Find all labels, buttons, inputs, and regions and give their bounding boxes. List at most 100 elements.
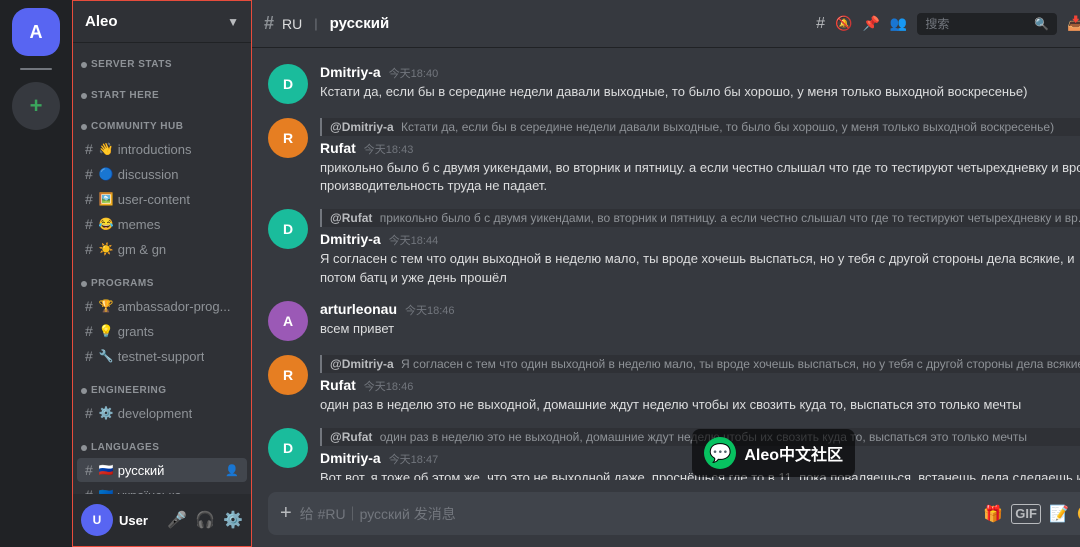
search-box: 🔍 <box>917 13 1057 35</box>
message-time: 今天18:46 <box>364 378 414 394</box>
watermark: 💬 Aleo中文社区 <box>692 429 855 477</box>
channel-russian[interactable]: # 🇷🇺 русский 👤 <box>77 458 247 482</box>
message-group: R @Dmitriy-a Кстати да, если бы в середи… <box>268 118 1080 195</box>
channel-hash-icon: # <box>264 13 274 34</box>
message-text: Кстати да, если бы в середине недели дав… <box>320 83 1080 101</box>
server-list: A + <box>0 0 72 547</box>
message-content: @Rufat прикольно было б с двумя уикендам… <box>320 209 1080 286</box>
channel-gm-gn[interactable]: # ☀️ gm & gn <box>77 237 247 261</box>
bell-icon[interactable]: 🔕 <box>835 15 852 32</box>
hash-icon: # <box>85 298 93 314</box>
avatar: A <box>268 301 308 341</box>
avatar: D <box>268 428 308 468</box>
message-group: R @Dmitriy-a Я согласен с тем что один в… <box>268 355 1080 414</box>
sidebar-title: Aleo <box>85 13 118 30</box>
hash-icon: # <box>85 405 93 421</box>
message-author: Dmitriy-a <box>320 231 381 247</box>
channel-ukrainian[interactable]: # 🇺🇦 українська <box>77 483 247 494</box>
channel-flag: RU <box>282 16 302 32</box>
hash-icon: # <box>85 462 93 478</box>
main-chat: # RU | русский # 🔕 📌 👥 🔍 📥 ? D <box>252 0 1080 547</box>
hashtag-icon[interactable]: # <box>816 15 825 33</box>
section-label-community-hub: COMMUNITY HUB <box>73 105 251 136</box>
message-author: Rufat <box>320 140 356 156</box>
channel-grants[interactable]: # 💡 grants <box>77 319 247 343</box>
reply-preview: @Dmitriy-a Я согласен с тем что один вых… <box>320 355 1080 373</box>
message-content: arturleonau 今天18:46 всем привет <box>320 301 1080 341</box>
message-group: D Dmitriy-a 今天18:40 Кстати да, если бы в… <box>268 64 1080 104</box>
channel-testnet-support[interactable]: # 🔧 testnet-support <box>77 344 247 368</box>
message-time: 今天18:43 <box>364 141 414 157</box>
message-content: @Dmitriy-a Я согласен с тем что один вых… <box>320 355 1080 414</box>
footer-icons: 🎤 🎧 ⚙️ <box>167 510 243 530</box>
server-icon-aleo[interactable]: A <box>12 8 60 56</box>
search-input[interactable] <box>925 17 1028 31</box>
section-label-start-here: START HERE <box>73 74 251 105</box>
sidebar-footer: U User 🎤 🎧 ⚙️ <box>73 494 251 546</box>
hash-icon: # <box>85 241 93 257</box>
chat-input-field[interactable] <box>300 506 976 522</box>
message-author: Dmitriy-a <box>320 64 381 80</box>
settings-icon[interactable]: ⚙️ <box>223 510 243 530</box>
channel-discussion[interactable]: # 🔵 discussion <box>77 162 247 186</box>
avatar: D <box>268 209 308 249</box>
add-attachment-icon[interactable]: + <box>280 502 292 525</box>
hash-icon: # <box>85 323 93 339</box>
channel-development[interactable]: # ⚙️ development <box>77 401 247 425</box>
sidebar: Aleo ▼ SERVER STATS START HERE COMMUNITY… <box>72 0 252 547</box>
hash-icon: # <box>85 216 93 232</box>
search-icon: 🔍 <box>1034 17 1049 31</box>
message-time: 今天18:44 <box>389 232 439 248</box>
section-label-languages: LANGUAGES <box>73 426 251 457</box>
footer-username: User <box>119 513 161 528</box>
chat-input-area: + 🎁 GIF 📝 😊 <box>252 480 1080 547</box>
message-text: Я согласен с тем что один выходной в нед… <box>320 250 1080 286</box>
hash-icon: # <box>85 141 93 157</box>
avatar: R <box>268 118 308 158</box>
watermark-text: Aleo中文社区 <box>744 441 843 465</box>
pin-icon[interactable]: 📌 <box>862 15 879 32</box>
message-author: Rufat <box>320 377 356 393</box>
wechat-icon: 💬 <box>704 437 736 469</box>
avatar: D <box>268 64 308 104</box>
chevron-down-icon: ▼ <box>227 15 239 29</box>
message-time: 今天18:47 <box>389 451 439 467</box>
reply-preview: @Dmitriy-a Кстати да, если бы в середине… <box>320 118 1080 136</box>
hash-icon: # <box>85 191 93 207</box>
channel-ambassador[interactable]: # 🏆 ambassador-prog... <box>77 294 247 318</box>
chat-channel-name: русский <box>330 15 390 32</box>
sticker-icon[interactable]: 📝 <box>1049 504 1069 524</box>
message-group: D @Rufat один раз в неделю это не выходн… <box>268 428 1080 480</box>
mute-icon[interactable]: 🎤 <box>167 510 187 530</box>
chat-header-right: # 🔕 📌 👥 🔍 📥 ? <box>816 13 1080 35</box>
sidebar-content: SERVER STATS START HERE COMMUNITY HUB # … <box>73 43 251 494</box>
server-list-divider <box>20 68 52 70</box>
members-icon[interactable]: 👥 <box>890 15 907 32</box>
avatar: R <box>268 355 308 395</box>
message-text: прикольно было б с двумя уикендами, во в… <box>320 159 1080 195</box>
message-group: A arturleonau 今天18:46 всем привет <box>268 301 1080 341</box>
channel-memes[interactable]: # 😂 memes <box>77 212 247 236</box>
reply-preview: @Rufat прикольно было б с двумя уикендам… <box>320 209 1080 227</box>
channel-introductions[interactable]: # 👋 introductions <box>77 137 247 161</box>
inbox-icon[interactable]: 📥 <box>1067 15 1080 32</box>
pipe-divider: | <box>314 16 317 31</box>
chat-input-box: + 🎁 GIF 📝 😊 <box>268 492 1080 535</box>
section-label-programs: PROGRAMS <box>73 262 251 293</box>
server-icon-add[interactable]: + <box>12 82 60 130</box>
hash-icon: # <box>85 487 93 494</box>
message-text: один раз в неделю это не выходной, домаш… <box>320 396 1080 414</box>
section-label-engineering: ENGINEERING <box>73 369 251 400</box>
sidebar-header[interactable]: Aleo ▼ <box>73 1 251 43</box>
hash-icon: # <box>85 166 93 182</box>
chat-header: # RU | русский # 🔕 📌 👥 🔍 📥 ? <box>252 0 1080 48</box>
gift-icon[interactable]: 🎁 <box>983 504 1003 524</box>
headset-icon[interactable]: 🎧 <box>195 510 215 530</box>
message-content: Dmitriy-a 今天18:40 Кстати да, если бы в с… <box>320 64 1080 104</box>
channel-user-content[interactable]: # 🖼️ user-content <box>77 187 247 211</box>
gif-icon[interactable]: GIF <box>1011 504 1041 524</box>
message-time: 今天18:46 <box>405 302 455 318</box>
message-text: всем привет <box>320 320 1080 338</box>
hash-icon: # <box>85 348 93 364</box>
message-group: D @Rufat прикольно было б с двумя уикенд… <box>268 209 1080 286</box>
